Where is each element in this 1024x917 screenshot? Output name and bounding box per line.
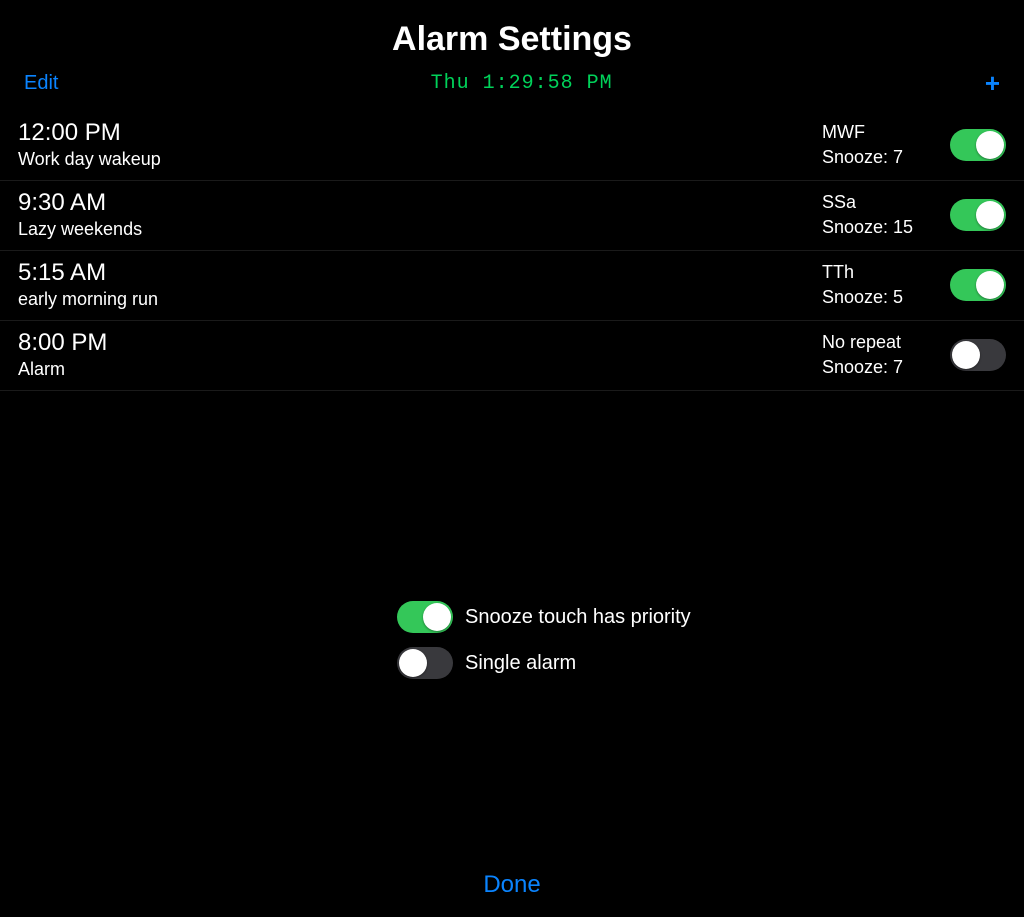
alarm-label: Work day wakeup: [18, 149, 822, 170]
alarm-time: 12:00 PM: [18, 119, 822, 147]
alarm-label: Alarm: [18, 359, 822, 380]
clock-display: Thu 1:29:58 PM: [431, 72, 613, 95]
alarm-time: 9:30 AM: [18, 189, 822, 217]
alarm-repeat: TTh: [822, 262, 932, 283]
alarm-row[interactable]: 5:15 AMearly morning runTTh Snooze: 5: [0, 251, 1024, 321]
option-snooze-priority: Snooze touch has priority: [397, 601, 717, 633]
alarm-info: 9:30 AMLazy weekends: [18, 189, 822, 240]
alarm-toggle[interactable]: [950, 339, 1006, 371]
page-title: Alarm Settings: [0, 0, 1024, 65]
done-button[interactable]: Done: [483, 871, 540, 899]
add-alarm-button[interactable]: +: [985, 70, 1000, 96]
alarm-label: early morning run: [18, 289, 822, 310]
alarm-time: 8:00 PM: [18, 329, 822, 357]
single-alarm-toggle[interactable]: [397, 647, 453, 679]
plus-icon: +: [985, 68, 1000, 98]
alarm-repeat: SSa: [822, 192, 932, 213]
alarm-info: 8:00 PMAlarm: [18, 329, 822, 380]
alarm-info: 5:15 AMearly morning run: [18, 259, 822, 310]
alarm-toggle[interactable]: [950, 269, 1006, 301]
global-options: Snooze touch has priority Single alarm: [0, 601, 1024, 679]
toolbar: Edit Thu 1:29:58 PM +: [0, 65, 1024, 111]
alarm-label: Lazy weekends: [18, 219, 822, 240]
snooze-priority-label: Snooze touch has priority: [465, 606, 691, 629]
snooze-priority-toggle[interactable]: [397, 601, 453, 633]
alarm-toggle[interactable]: [950, 129, 1006, 161]
single-alarm-label: Single alarm: [465, 652, 576, 675]
footer: Done: [0, 871, 1024, 899]
alarm-meta: TTh Snooze: 5: [822, 262, 932, 308]
edit-button[interactable]: Edit: [24, 72, 58, 95]
alarm-snooze: Snooze: 7: [822, 147, 932, 168]
alarm-list: 12:00 PMWork day wakeupMWFSnooze: 79:30 …: [0, 111, 1024, 391]
alarm-meta: No repeat Snooze: 7: [822, 332, 932, 378]
alarm-info: 12:00 PMWork day wakeup: [18, 119, 822, 170]
alarm-row[interactable]: 8:00 PMAlarmNo repeat Snooze: 7: [0, 321, 1024, 391]
alarm-repeat: MWF: [822, 122, 932, 143]
alarm-snooze: Snooze: 15: [822, 217, 932, 238]
alarm-row[interactable]: 9:30 AMLazy weekendsSSa Snooze: 15: [0, 181, 1024, 251]
alarm-snooze: Snooze: 7: [822, 357, 932, 378]
alarm-meta: MWF Snooze: 7: [822, 122, 932, 168]
alarm-repeat: No repeat: [822, 332, 932, 353]
alarm-row[interactable]: 12:00 PMWork day wakeupMWF Snooze: 7: [0, 111, 1024, 181]
option-single-alarm: Single alarm: [397, 647, 717, 679]
alarm-meta: SSa Snooze: 15: [822, 192, 932, 238]
alarm-toggle[interactable]: [950, 199, 1006, 231]
alarm-snooze: Snooze: 5: [822, 287, 932, 308]
alarm-time: 5:15 AM: [18, 259, 822, 287]
